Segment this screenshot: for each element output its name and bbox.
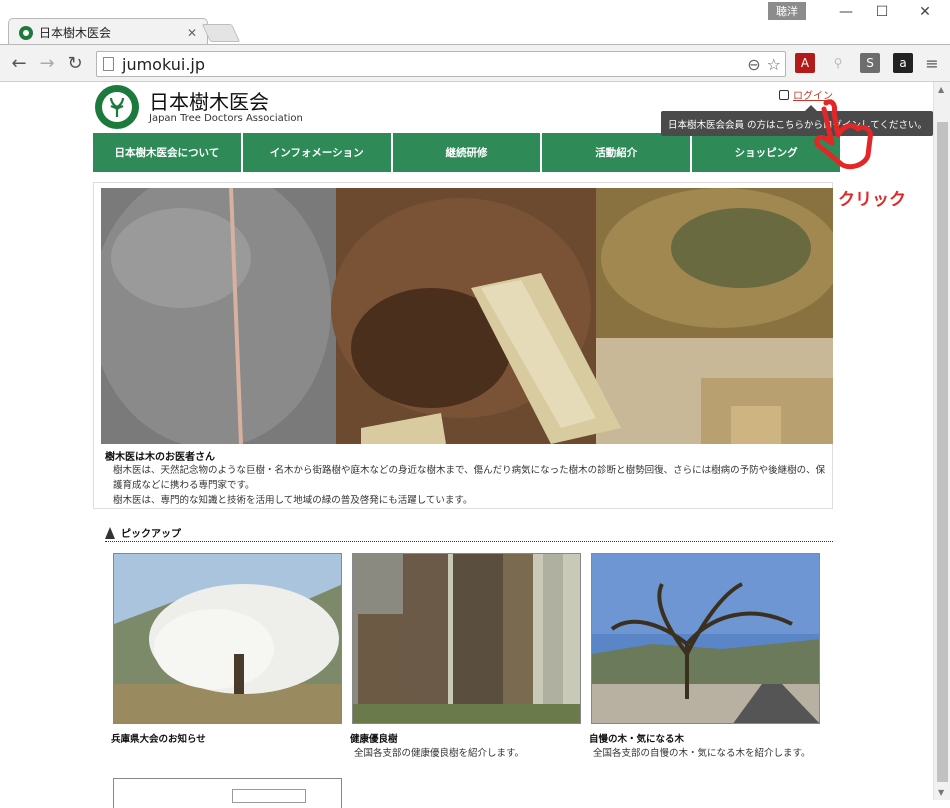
site-subtitle: Japan Tree Doctors Association (149, 113, 303, 124)
card-description: 全国各支部の健康優良樹を紹介します。 (354, 748, 525, 759)
browser-tab[interactable]: 日本樹木医会 ✕ (8, 18, 208, 46)
scroll-thumb[interactable] (937, 122, 948, 782)
s-extension-icon[interactable]: S (860, 53, 880, 73)
amazon-extension-icon[interactable]: a (893, 53, 913, 73)
pickup-card-proud-trees[interactable]: 自慢の木・気になる木 全国各支部の自慢の木・気になる木を紹介します。 (589, 553, 820, 760)
hero-title: 樹木医は木のお医者さん (105, 452, 215, 463)
scroll-up-icon[interactable]: ▲ (938, 85, 944, 94)
zoom-icon[interactable]: ⊖ (747, 55, 760, 74)
url-text: jumokui.jp (122, 54, 206, 74)
pickup-card-healthy-trees[interactable]: 健康優良樹 全国各支部の健康優良樹を紹介します。 (350, 553, 581, 760)
nav-item-training[interactable]: 継続研修 (392, 133, 541, 172)
site-name: 日本樹木医会 (149, 90, 269, 114)
address-bar[interactable]: jumokui.jp ⊖ ☆ (96, 51, 786, 77)
reload-icon[interactable]: ↻ (64, 53, 86, 74)
hero-image (101, 188, 833, 444)
card-title[interactable]: 健康優良樹 (350, 731, 581, 745)
pickup-heading: ピックアップ (105, 524, 833, 542)
page-scrollbar[interactable]: ▲ ▼ (933, 82, 950, 800)
card-image-cedar-trees[interactable] (352, 553, 581, 724)
card-image-bare-tree[interactable] (591, 553, 820, 724)
search-extension-icon[interactable]: ⚲ (828, 53, 848, 73)
page-icon (103, 57, 114, 71)
pickup-label: ピックアップ (121, 529, 181, 540)
site-logo[interactable] (95, 85, 139, 129)
partial-card-button[interactable] (232, 789, 306, 803)
site-favicon-icon (19, 25, 33, 40)
forward-arrow-icon[interactable]: → (36, 53, 58, 74)
hero-paragraph-1: 樹木医は、天然記念物のような巨樹・名木から街路樹や庭木などの身近な樹木まで、傷ん… (113, 465, 826, 491)
hero-paragraph-2: 樹木医は、専門的な知識と技術を活用して地域の緑の普及啓発にも活躍しています。 (113, 495, 473, 506)
scroll-down-icon[interactable]: ▼ (938, 788, 944, 797)
minimize-icon[interactable]: — (834, 4, 858, 20)
card-title[interactable]: 兵庫県大会のお知らせ (111, 731, 342, 745)
bookmark-star-icon[interactable]: ☆ (767, 55, 781, 74)
nav-item-about[interactable]: 日本樹木医会について (93, 133, 241, 172)
global-navigation: 日本樹木医会について インフォメーション 継続研修 活動紹介 ショッピング (93, 133, 840, 172)
lock-icon (779, 89, 789, 100)
nav-item-activities[interactable]: 活動紹介 (542, 133, 691, 172)
back-arrow-icon[interactable]: ← (8, 53, 30, 74)
page-viewport: 日本樹木医会 Japan Tree Doctors Association ログ… (0, 82, 950, 808)
pointing-hand-icon (814, 99, 873, 170)
click-annotation: クリック (838, 190, 906, 210)
card-title[interactable]: 自慢の木・気になる木 (589, 731, 820, 745)
maximize-icon[interactable]: ☐ (870, 4, 894, 20)
pdf-extension-icon[interactable]: A (795, 53, 815, 73)
card-description: 全国各支部の自慢の木・気になる木を紹介します。 (593, 748, 811, 759)
browser-titlebar: 日本樹木医会 ✕ 聴洋 — ☐ ✕ (0, 0, 950, 46)
close-icon[interactable]: ✕ (913, 4, 937, 20)
browser-toolbar: ← → ↻ jumokui.jp ⊖ ☆ A ⚲ S a ≡ (0, 44, 950, 82)
tree-icon (105, 526, 115, 539)
card-image-cherry-tree[interactable] (113, 553, 342, 724)
login-tooltip: 日本樹木医会会員 の方はこちらからログインしてください。 (661, 105, 933, 136)
tab-title: 日本樹木医会 (39, 26, 112, 40)
pickup-card-partial[interactable] (113, 778, 342, 808)
menu-icon[interactable]: ≡ (922, 53, 942, 73)
site-container: 日本樹木医会 Japan Tree Doctors Association ログ… (93, 82, 933, 808)
tree-logo-icon (109, 97, 125, 117)
nav-item-information[interactable]: インフォメーション (242, 133, 391, 172)
profile-button[interactable]: 聴洋 (768, 2, 806, 20)
tab-close-icon[interactable]: ✕ (187, 26, 197, 40)
pickup-card-hyogo[interactable]: 兵庫県大会のお知らせ (111, 553, 342, 745)
